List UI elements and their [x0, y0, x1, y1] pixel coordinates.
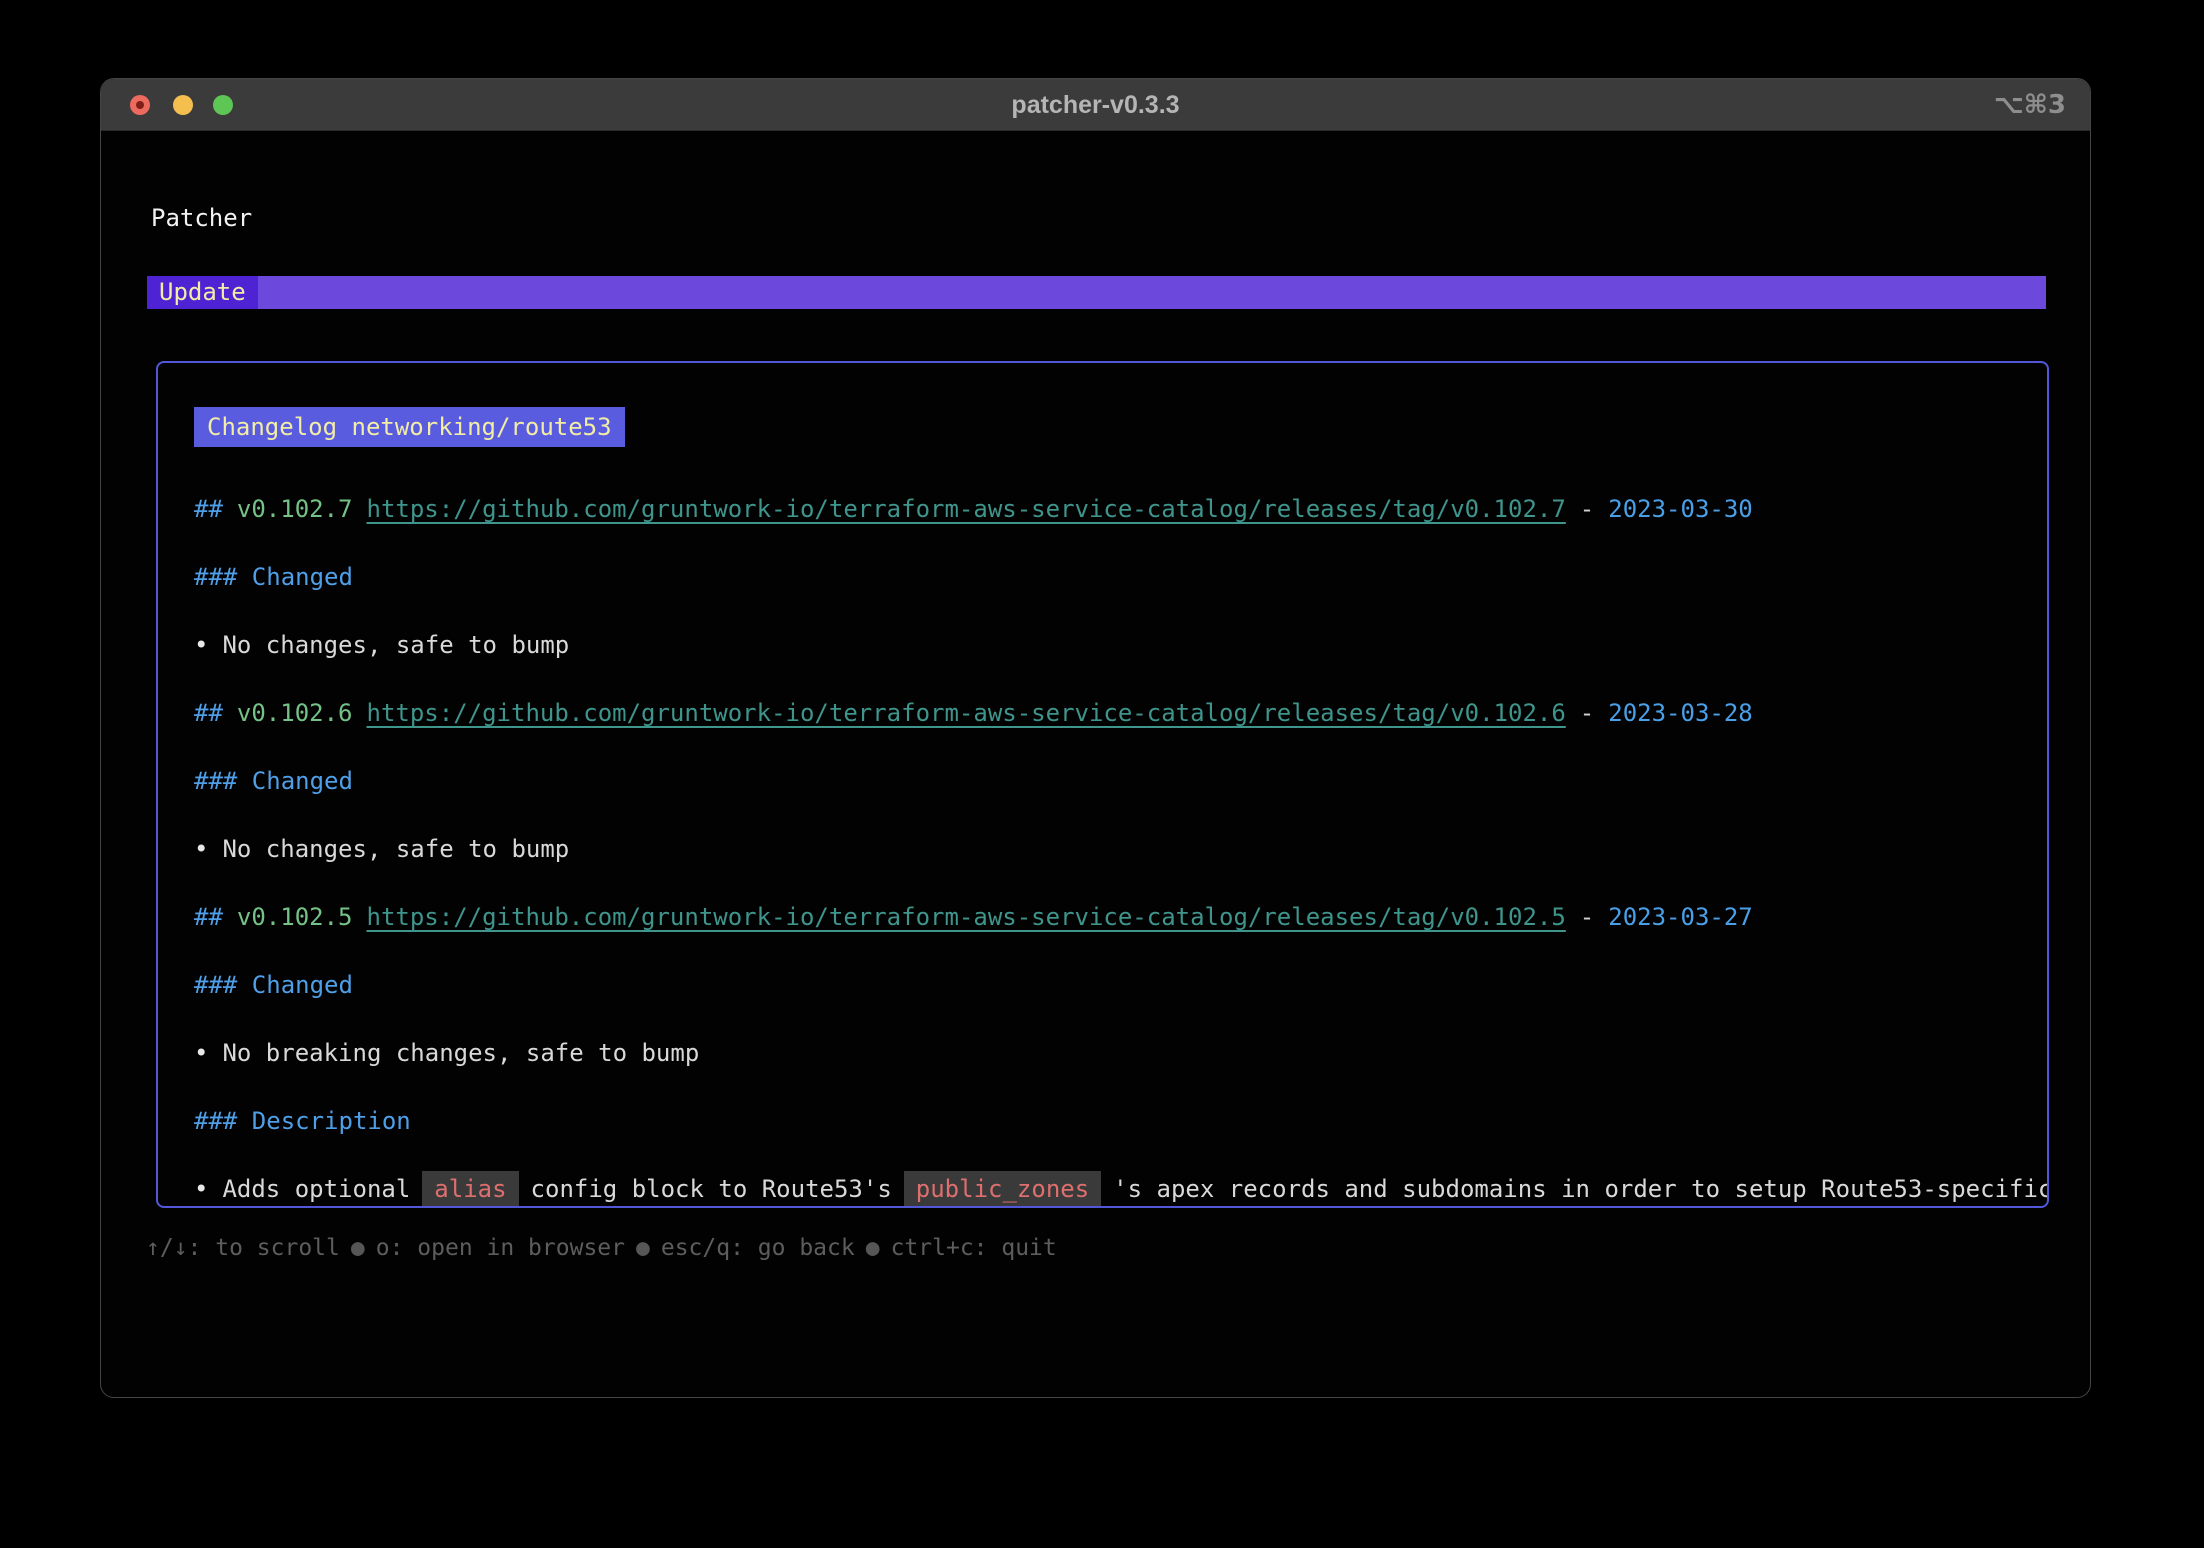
- changelog-bullet: • No changes, safe to bump: [194, 831, 569, 867]
- h2-hashes: ##: [194, 903, 223, 931]
- release-date: 2023-03-27: [1608, 903, 1753, 931]
- heading-separator: -: [1580, 903, 1594, 931]
- footer-separator-icon: ●: [351, 1235, 365, 1261]
- bullet-text: No changes, safe to bump: [222, 835, 569, 863]
- release-heading: ## v0.102.6 https://github.com/gruntwork-i…: [194, 695, 1753, 731]
- release-date: 2023-03-28: [1608, 699, 1753, 727]
- bullet-text: No breaking changes, safe to bump: [222, 1039, 699, 1067]
- h2-hashes: ##: [194, 699, 223, 727]
- section-heading-text: ### Description: [194, 1107, 411, 1135]
- changelog-viewport[interactable]: Changelog networking/route53 ## v0.102.7 h…: [156, 361, 2049, 1208]
- description-text-1: Adds optional: [222, 1175, 410, 1203]
- app-title: Patcher: [151, 204, 252, 232]
- release-heading: ## v0.102.5 https://github.com/gruntwork-i…: [194, 899, 1753, 935]
- app-window: patcher-v0.3.3 ⌥⌘3 Patcher Update Change…: [100, 78, 2091, 1398]
- section-heading-text: ### Changed: [194, 563, 353, 591]
- release-link[interactable]: https://github.com/gruntwork-io/terrafor…: [367, 495, 1566, 523]
- section-heading: ### Description: [194, 1103, 411, 1139]
- release-heading: ## v0.102.7 https://github.com/gruntwork-i…: [194, 491, 1753, 527]
- release-version: v0.102.5: [237, 903, 353, 931]
- bullet-icon: •: [194, 1039, 208, 1067]
- changelog-bullet: • No changes, safe to bump: [194, 627, 569, 663]
- tab-bar: Update: [147, 276, 2046, 309]
- help-footer: ↑/↓: to scroll ● o: open in browser ● esc/q:…: [146, 1231, 1057, 1265]
- release-link[interactable]: https://github.com/gruntwork-io/terrafor…: [367, 699, 1566, 727]
- release-version: v0.102.6: [237, 699, 353, 727]
- release-date: 2023-03-30: [1608, 495, 1753, 523]
- heading-separator: -: [1580, 699, 1594, 727]
- help-scroll: ↑/↓: to scroll: [146, 1235, 340, 1261]
- release-link[interactable]: https://github.com/gruntwork-io/terrafor…: [367, 903, 1566, 931]
- bullet-icon: •: [194, 1175, 208, 1203]
- section-heading: ### Changed: [194, 967, 353, 1003]
- inline-code-alias: alias: [422, 1171, 518, 1207]
- section-heading-text: ### Changed: [194, 767, 353, 795]
- help-open-browser: o: open in browser: [376, 1235, 625, 1261]
- changelog-bullet: • No breaking changes, safe to bump: [194, 1035, 699, 1071]
- section-heading-text: ### Changed: [194, 971, 353, 999]
- h2-hashes: ##: [194, 495, 223, 523]
- changelog-title-badge: Changelog networking/route53: [194, 407, 625, 447]
- section-heading: ### Changed: [194, 559, 353, 595]
- footer-separator-icon: ●: [636, 1235, 650, 1261]
- changelog-bullet: • Adds optional alias config block to Route…: [194, 1171, 2049, 1207]
- footer-separator-icon: ●: [866, 1235, 880, 1261]
- bullet-text: No changes, safe to bump: [222, 631, 569, 659]
- help-quit: ctrl+c: quit: [891, 1235, 1057, 1261]
- description-text-2: config block to Route53's: [531, 1175, 892, 1203]
- help-go-back: esc/q: go back: [661, 1235, 855, 1261]
- heading-separator: -: [1580, 495, 1594, 523]
- tab-update[interactable]: Update: [147, 276, 258, 309]
- section-heading: ### Changed: [194, 763, 353, 799]
- window-shortcut-hint: ⌥⌘3: [1994, 79, 2066, 131]
- window-title: patcher-v0.3.3: [101, 79, 2090, 131]
- release-version: v0.102.7: [237, 495, 353, 523]
- titlebar[interactable]: patcher-v0.3.3 ⌥⌘3: [101, 79, 2090, 131]
- bullet-icon: •: [194, 835, 208, 863]
- bullet-icon: •: [194, 631, 208, 659]
- inline-code-public-zones: public_zones: [904, 1171, 1101, 1207]
- description-text-3: 's apex records and subdomains in order …: [1113, 1175, 2049, 1203]
